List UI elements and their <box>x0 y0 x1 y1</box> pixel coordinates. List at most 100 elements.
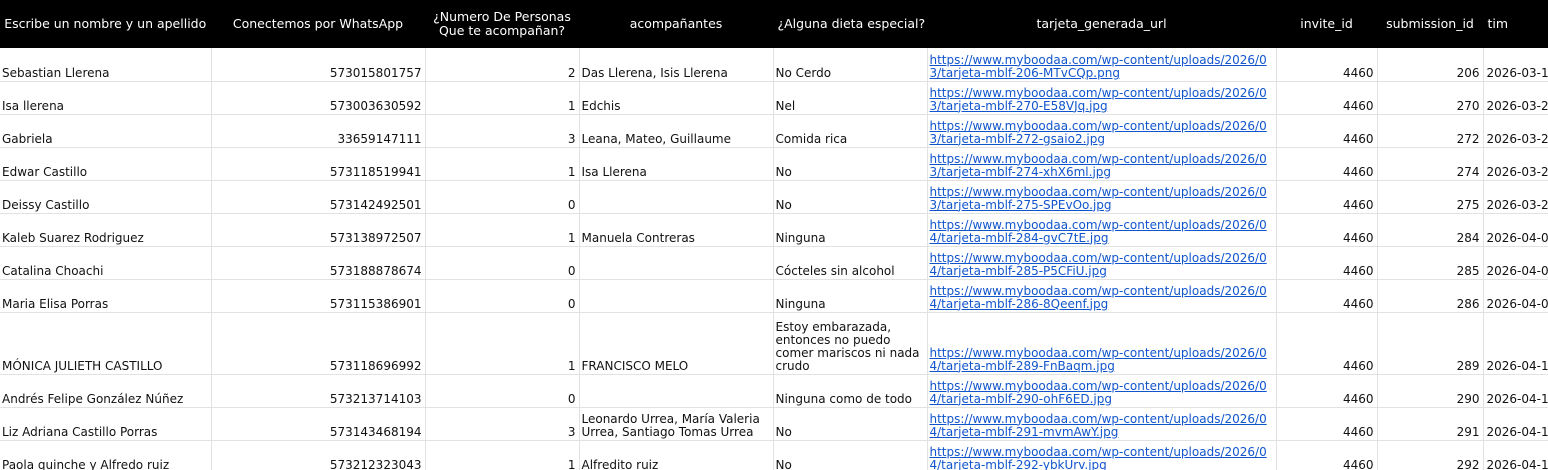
cell-name[interactable]: Deissy Castillo <box>0 180 212 214</box>
cell-submission-id[interactable]: 284 <box>1377 213 1484 247</box>
header-tarjeta-url[interactable]: tarjeta_generada_url <box>927 0 1277 48</box>
tarjeta-link[interactable]: https://www.myboodaa.com/wp-content/uplo… <box>930 152 1267 179</box>
cell-whatsapp[interactable]: 573138972507 <box>211 213 426 247</box>
cell-tarjeta-url[interactable]: https://www.myboodaa.com/wp-content/uplo… <box>927 440 1277 470</box>
cell-time[interactable]: 2026-04-15 <box>1483 440 1548 470</box>
cell-invite-id[interactable]: 4460 <box>1276 374 1378 408</box>
cell-name[interactable]: Liz Adriana Castillo Porras <box>0 407 212 441</box>
header-personas[interactable]: ¿Numero De Personas Que te acompañan? <box>425 0 580 48</box>
cell-dieta[interactable]: Cócteles sin alcohol <box>773 246 928 280</box>
cell-name[interactable]: Gabriela <box>0 114 212 148</box>
cell-tarjeta-url[interactable]: https://www.myboodaa.com/wp-content/uplo… <box>927 114 1277 148</box>
cell-whatsapp[interactable]: 573003630592 <box>211 81 426 115</box>
cell-submission-id[interactable]: 289 <box>1377 312 1484 375</box>
cell-tarjeta-url[interactable]: https://www.myboodaa.com/wp-content/uplo… <box>927 147 1277 181</box>
cell-dieta[interactable]: No Cerdo <box>773 48 928 82</box>
cell-acompanantes[interactable] <box>579 180 774 214</box>
tarjeta-link[interactable]: https://www.myboodaa.com/wp-content/uplo… <box>930 445 1267 470</box>
cell-personas[interactable]: 0 <box>425 180 580 214</box>
cell-personas[interactable]: 1 <box>425 312 580 375</box>
cell-name[interactable]: Catalina Choachi <box>0 246 212 280</box>
cell-name[interactable]: Andrés Felipe González Núñez <box>0 374 212 408</box>
tarjeta-link[interactable]: https://www.myboodaa.com/wp-content/uplo… <box>930 284 1267 311</box>
cell-whatsapp[interactable]: 573188878674 <box>211 246 426 280</box>
header-whatsapp[interactable]: Conectemos por WhatsApp <box>211 0 426 48</box>
cell-invite-id[interactable]: 4460 <box>1276 147 1378 181</box>
header-time[interactable]: tim <box>1483 0 1548 48</box>
cell-acompanantes[interactable] <box>579 246 774 280</box>
cell-whatsapp[interactable]: 573142492501 <box>211 180 426 214</box>
cell-acompanantes[interactable]: Isa Llerena <box>579 147 774 181</box>
cell-submission-id[interactable]: 286 <box>1377 279 1484 313</box>
cell-whatsapp[interactable]: 33659147111 <box>211 114 426 148</box>
cell-submission-id[interactable]: 285 <box>1377 246 1484 280</box>
cell-invite-id[interactable]: 4460 <box>1276 279 1378 313</box>
tarjeta-link[interactable]: https://www.myboodaa.com/wp-content/uplo… <box>930 379 1267 406</box>
cell-tarjeta-url[interactable]: https://www.myboodaa.com/wp-content/uplo… <box>927 407 1277 441</box>
cell-name[interactable]: MÓNICA JULIETH CASTILLO <box>0 312 212 375</box>
cell-whatsapp[interactable]: 573115386901 <box>211 279 426 313</box>
cell-time[interactable]: 2026-04-08 <box>1483 213 1548 247</box>
tarjeta-link[interactable]: https://www.myboodaa.com/wp-content/uplo… <box>930 86 1267 113</box>
header-invite-id[interactable]: invite_id <box>1276 0 1378 48</box>
tarjeta-link[interactable]: https://www.myboodaa.com/wp-content/uplo… <box>930 119 1267 146</box>
cell-whatsapp[interactable]: 573143468194 <box>211 407 426 441</box>
cell-name[interactable]: Sebastian Llerena <box>0 48 212 82</box>
cell-invite-id[interactable]: 4460 <box>1276 246 1378 280</box>
cell-personas[interactable]: 2 <box>425 48 580 82</box>
cell-dieta[interactable]: Nel <box>773 81 928 115</box>
cell-personas[interactable]: 0 <box>425 246 580 280</box>
cell-name[interactable]: Edwar Castillo <box>0 147 212 181</box>
cell-acompanantes[interactable] <box>579 374 774 408</box>
cell-dieta[interactable]: No <box>773 407 928 441</box>
cell-acompanantes[interactable] <box>579 279 774 313</box>
cell-invite-id[interactable]: 4460 <box>1276 180 1378 214</box>
cell-time[interactable]: 2026-03-25 <box>1483 114 1548 148</box>
cell-submission-id[interactable]: 290 <box>1377 374 1484 408</box>
cell-acompanantes[interactable]: FRANCISCO MELO <box>579 312 774 375</box>
cell-personas[interactable]: 3 <box>425 407 580 441</box>
cell-dieta[interactable]: No <box>773 180 928 214</box>
header-name[interactable]: Escribe un nombre y un apellido <box>0 0 212 48</box>
cell-tarjeta-url[interactable]: https://www.myboodaa.com/wp-content/uplo… <box>927 48 1277 82</box>
cell-invite-id[interactable]: 4460 <box>1276 407 1378 441</box>
cell-invite-id[interactable]: 4460 <box>1276 440 1378 470</box>
cell-personas[interactable]: 1 <box>425 147 580 181</box>
tarjeta-link[interactable]: https://www.myboodaa.com/wp-content/uplo… <box>930 218 1267 245</box>
cell-invite-id[interactable]: 4460 <box>1276 48 1378 82</box>
cell-whatsapp[interactable]: 573118519941 <box>211 147 426 181</box>
cell-personas[interactable]: 1 <box>425 81 580 115</box>
cell-time[interactable]: 2026-04-08 <box>1483 246 1548 280</box>
cell-dieta[interactable]: Ninguna <box>773 279 928 313</box>
cell-whatsapp[interactable]: 573118696992 <box>211 312 426 375</box>
cell-tarjeta-url[interactable]: https://www.myboodaa.com/wp-content/uplo… <box>927 213 1277 247</box>
header-submission-id[interactable]: submission_id <box>1377 0 1484 48</box>
cell-dieta[interactable]: No <box>773 147 928 181</box>
cell-invite-id[interactable]: 4460 <box>1276 81 1378 115</box>
cell-submission-id[interactable]: 292 <box>1377 440 1484 470</box>
cell-dieta[interactable]: Ninguna <box>773 213 928 247</box>
cell-personas[interactable]: 0 <box>425 374 580 408</box>
cell-time[interactable]: 2026-03-25 <box>1483 81 1548 115</box>
cell-time[interactable]: 2026-04-11 <box>1483 374 1548 408</box>
cell-invite-id[interactable]: 4460 <box>1276 114 1378 148</box>
cell-acompanantes[interactable]: Leana, Mateo, Guillaume <box>579 114 774 148</box>
cell-submission-id[interactable]: 272 <box>1377 114 1484 148</box>
cell-submission-id[interactable]: 275 <box>1377 180 1484 214</box>
cell-acompanantes[interactable]: Das Llerena, Isis Llerena <box>579 48 774 82</box>
cell-dieta[interactable]: Ninguna como de todo <box>773 374 928 408</box>
cell-tarjeta-url[interactable]: https://www.myboodaa.com/wp-content/uplo… <box>927 374 1277 408</box>
cell-time[interactable]: 2026-03-26 <box>1483 180 1548 214</box>
cell-personas[interactable]: 1 <box>425 440 580 470</box>
cell-time[interactable]: 2026-03-10 <box>1483 48 1548 82</box>
cell-invite-id[interactable]: 4460 <box>1276 312 1378 375</box>
cell-whatsapp[interactable]: 573213714103 <box>211 374 426 408</box>
tarjeta-link[interactable]: https://www.myboodaa.com/wp-content/uplo… <box>930 346 1267 373</box>
header-dieta[interactable]: ¿Alguna dieta especial? <box>773 0 928 48</box>
tarjeta-link[interactable]: https://www.myboodaa.com/wp-content/uplo… <box>930 53 1267 80</box>
cell-submission-id[interactable]: 274 <box>1377 147 1484 181</box>
cell-name[interactable]: Isa llerena <box>0 81 212 115</box>
cell-dieta[interactable]: Comida rica <box>773 114 928 148</box>
cell-acompanantes[interactable]: Alfredito ruiz <box>579 440 774 470</box>
cell-whatsapp[interactable]: 573015801757 <box>211 48 426 82</box>
